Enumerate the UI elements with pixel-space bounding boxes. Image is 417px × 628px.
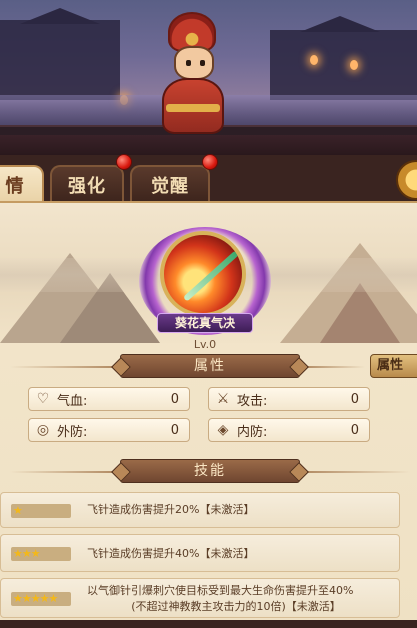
attr-outer-defense: ◎ 外防: 0 xyxy=(28,418,190,442)
attributes-grid: ♡ 气血: 0 ⚔ 攻击: 0 ◎ 外防: 0 ◈ 内防: 0 xyxy=(14,380,402,450)
skill-level: Lv.0 xyxy=(193,338,217,351)
divider-left xyxy=(10,366,115,368)
hero-eye xyxy=(200,60,205,66)
lantern xyxy=(350,60,358,70)
skill-row-tier5-line1: 以气御针引爆刺穴使目标受到最大生命伤害提升至40% xyxy=(87,584,354,597)
star-rating-3: ★★★ xyxy=(11,547,71,561)
skill-name: 葵花真气决 xyxy=(157,313,253,333)
tab-enhance[interactable]: 强化 xyxy=(50,165,124,203)
tab-awaken-label: 觉醒 xyxy=(151,176,189,197)
star-rating-1: ★ xyxy=(11,504,71,518)
roof-right xyxy=(300,16,380,32)
tab-enhance-label: 强化 xyxy=(68,176,106,197)
attr-hp-value: 0 xyxy=(170,391,179,407)
attributes-header: 属性 xyxy=(120,354,300,378)
lantern xyxy=(310,55,318,65)
tab-enhance-badge xyxy=(116,154,132,170)
skill-row-tier3: ★★★ 飞针造成伤害提升40%【未激活】 xyxy=(0,534,400,572)
sword-icon: ⚔ xyxy=(216,391,230,407)
mountain xyxy=(320,283,400,343)
skill-row-tier1: ★ 飞针造成伤害提升20%【未激活】 xyxy=(0,492,400,528)
attr-outer-defense-value: 0 xyxy=(170,422,179,438)
bottom-frame xyxy=(0,620,417,628)
pavilion-right xyxy=(270,30,417,100)
attr-inner-defense-value: 0 xyxy=(350,422,359,438)
attr-attack-label: 攻击: xyxy=(237,393,268,409)
attr-inner-defense-label: 内防: xyxy=(237,424,268,440)
attributes-side-tab[interactable]: 属性 xyxy=(370,354,417,378)
hero-face xyxy=(174,46,214,80)
star-rating-5: ★★★★★ xyxy=(11,592,71,606)
tab-details[interactable]: 情 xyxy=(0,165,44,203)
tab-awaken-badge xyxy=(202,154,218,170)
roof-left xyxy=(20,8,100,24)
tab-awaken[interactable]: 觉醒 xyxy=(130,165,210,203)
attr-hp-label: 气血: xyxy=(57,393,88,409)
skill-row-tier3-text: 飞针造成伤害提升40%【未激活】 xyxy=(87,547,255,560)
shield-icon: ◎ xyxy=(36,422,50,438)
inner-shield-icon: ◈ xyxy=(217,422,229,438)
divider-right xyxy=(305,471,410,473)
attr-outer-defense-label: 外防: xyxy=(57,424,88,440)
flying-needle-icon xyxy=(160,231,246,317)
attr-attack-value: 0 xyxy=(350,391,359,407)
tab-details-label: 情 xyxy=(5,176,25,197)
heart-icon: ♡ xyxy=(36,391,50,407)
skills-header: 技能 xyxy=(120,459,300,483)
hero-character[interactable] xyxy=(152,12,234,137)
divider-right xyxy=(305,366,365,368)
skill-row-tier1-text: 飞针造成伤害提升20%【未激活】 xyxy=(87,503,255,516)
attr-inner-defense: ◈ 内防: 0 xyxy=(208,418,370,442)
skill-row-tier5-line2: (不超过神教教主攻击力的10倍)【未激活】 xyxy=(131,600,341,613)
skill-row-tier5: ★★★★★ 以气御针引爆刺穴使目标受到最大生命伤害提升至40% (不超过神教教主… xyxy=(0,578,400,618)
hero-belt xyxy=(166,104,220,112)
hero-eye xyxy=(186,60,191,66)
divider-left xyxy=(10,471,115,473)
pavilion-left xyxy=(0,20,120,100)
needle-icon xyxy=(182,250,240,302)
attr-attack: ⚔ 攻击: 0 xyxy=(208,387,370,411)
skill-emblem[interactable]: 葵花真气决 xyxy=(135,225,275,335)
attr-hp: ♡ 气血: 0 xyxy=(28,387,190,411)
